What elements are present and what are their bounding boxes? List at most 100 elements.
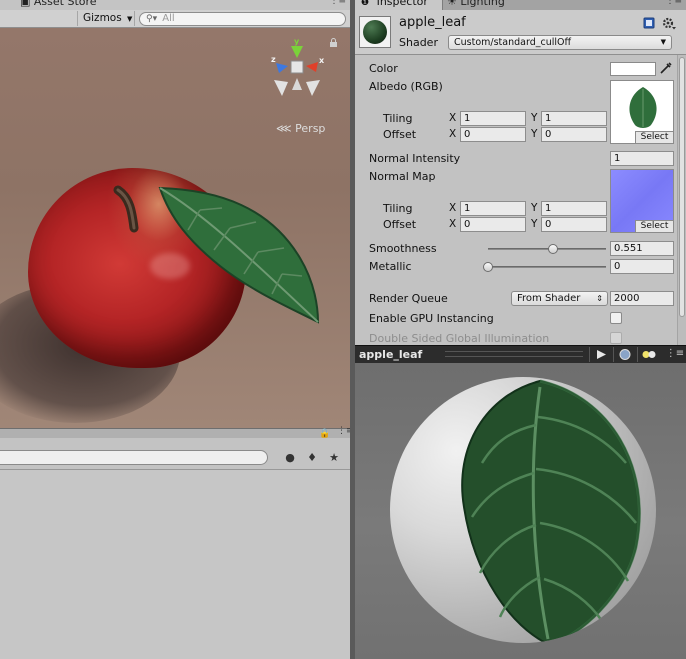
normal-map-label: Normal Map <box>369 170 436 183</box>
gear-icon[interactable] <box>662 16 676 30</box>
search-icon: ⚲▾ <box>146 14 158 24</box>
favorites-star-icon[interactable]: ★ <box>324 450 344 465</box>
render-queue-mode: From Shader <box>517 293 581 304</box>
normal-tiling-x-label: X <box>449 202 457 214</box>
gpu-instancing-label: Enable GPU Instancing <box>369 312 494 325</box>
inspector-scrollbar[interactable] <box>677 55 686 345</box>
preview-title: apple_leaf <box>359 348 423 361</box>
double-sided-gi-label: Double Sided Global Illumination <box>369 332 550 345</box>
z-axis-cone[interactable] <box>276 63 288 73</box>
double-sided-gi-checkbox <box>610 332 622 344</box>
normal-offset-x-field[interactable]: 0 <box>460 217 526 232</box>
normal-tiling-y-label: Y <box>531 202 538 214</box>
help-book-icon[interactable] <box>643 17 655 29</box>
preview-sphere[interactable] <box>390 377 656 643</box>
project-search-input[interactable] <box>0 450 268 465</box>
albedo-offset-x-field[interactable]: 0 <box>460 127 526 142</box>
preview-shape-button[interactable] <box>613 347 635 362</box>
albedo-label: Albedo (RGB) <box>369 80 443 93</box>
albedo-tiling-y-field[interactable]: 1 <box>541 111 607 126</box>
tab-asset-store-label: Asset Store <box>33 0 97 8</box>
scene-tab-bar: ▣ Asset Store ⋮≡ <box>0 0 350 10</box>
metallic-field[interactable]: 0 <box>610 259 674 274</box>
leaf-texture-thumbnail <box>629 87 657 128</box>
preview-lighting-button[interactable] <box>637 347 659 362</box>
perspective-toggle[interactable]: ⋘ Persp <box>276 122 325 135</box>
metallic-slider-track[interactable] <box>488 266 606 268</box>
pane-menu-icon[interactable]: ⋮≡ <box>329 0 346 6</box>
x-axis-cone[interactable] <box>306 62 318 72</box>
shader-label: Shader <box>399 36 438 49</box>
material-preview[interactable] <box>355 363 686 659</box>
metallic-label: Metallic <box>369 260 412 273</box>
tab-asset-store[interactable]: ▣ Asset Store <box>20 0 97 8</box>
project-browser-area[interactable] <box>0 470 350 659</box>
project-panel-header: 🔒 ⋮≡ <box>0 426 354 439</box>
scene-search-input[interactable]: ⚲▾ All <box>139 12 346 26</box>
albedo-tiling-x-field[interactable]: 1 <box>460 111 526 126</box>
eyedropper-icon[interactable] <box>659 61 673 75</box>
smoothness-field[interactable]: 0.551 <box>610 241 674 256</box>
play-button[interactable] <box>589 347 611 362</box>
smoothness-label: Smoothness <box>369 242 437 255</box>
lock-icon[interactable] <box>329 38 338 47</box>
filter-by-label-icon[interactable]: ♦ <box>302 450 322 465</box>
asset-store-icon: ▣ <box>20 0 31 8</box>
preview-menu-icon[interactable]: ⋮≡ <box>665 346 685 362</box>
gizmo-center-cube[interactable] <box>290 60 304 74</box>
play-icon <box>597 350 606 359</box>
gizmos-dropdown[interactable]: Gizmos ▼ <box>77 11 135 26</box>
normal-offset-y-field[interactable]: 0 <box>541 217 607 232</box>
neg-z-cone[interactable] <box>306 80 320 96</box>
tab-lighting[interactable]: ☀ Lighting <box>447 0 505 8</box>
apple-leaf-model[interactable] <box>150 178 340 348</box>
scrollbar-thumb[interactable] <box>679 57 685 317</box>
normal-intensity-field[interactable]: 1 <box>610 151 674 166</box>
normal-offset-label: Offset <box>383 218 417 231</box>
smoothness-slider-track[interactable] <box>488 248 606 250</box>
neg-y-cone[interactable] <box>292 78 302 90</box>
shader-dropdown-value: Custom/standard_cullOff <box>454 37 572 48</box>
filter-by-type-icon[interactable]: ● <box>280 450 300 465</box>
info-icon: ❶ <box>361 0 370 8</box>
material-properties: Color Albedo (RGB) Select Tiling X 1 Y 1… <box>355 55 686 345</box>
render-queue-field[interactable]: 2000 <box>610 291 674 306</box>
albedo-tiling-y-label: Y <box>531 112 538 124</box>
albedo-offset-y-field[interactable]: 0 <box>541 127 607 142</box>
albedo-texture-slot[interactable]: Select <box>610 80 674 144</box>
shader-dropdown[interactable]: Custom/standard_cullOff ▼ <box>448 35 672 50</box>
persp-label: Persp <box>295 122 326 135</box>
persp-arrow-icon: ⋘ <box>276 122 292 135</box>
pane-menu-icon[interactable]: ⋮≡ <box>665 0 682 6</box>
orientation-gizmo[interactable]: y x z <box>262 36 332 116</box>
albedo-offset-label: Offset <box>383 128 417 141</box>
material-thumbnail <box>359 16 391 48</box>
normal-tiling-x-field[interactable]: 1 <box>460 201 526 216</box>
y-axis-label: y <box>294 37 300 46</box>
render-queue-dropdown[interactable]: From Shader ⇕ <box>511 291 608 306</box>
chevron-down-icon: ▼ <box>127 15 133 23</box>
normal-map-select-button[interactable]: Select <box>635 220 673 232</box>
apple-stem <box>113 185 139 233</box>
normal-tiling-y-field[interactable]: 1 <box>541 201 607 216</box>
albedo-select-button[interactable]: Select <box>635 131 673 143</box>
sphere-icon <box>619 349 631 360</box>
y-axis-cone[interactable] <box>291 46 303 58</box>
gpu-instancing-checkbox[interactable] <box>610 312 622 324</box>
inspector-tab-bar: ❶ Inspector ☀ Lighting ⋮≡ <box>355 0 686 10</box>
smoothness-slider-thumb[interactable] <box>548 244 559 254</box>
color-swatch[interactable] <box>610 62 656 76</box>
preview-drag-handle[interactable] <box>445 351 583 357</box>
tab-inspector[interactable]: ❶ Inspector <box>355 0 443 10</box>
preview-toolbar: apple_leaf ⋮≡ <box>355 345 686 363</box>
scene-viewport[interactable]: y x z ⋘ Persp <box>0 28 350 428</box>
scene-toolbar: Gizmos ▼ ⚲▾ All <box>0 10 350 28</box>
normal-tiling-label: Tiling <box>383 202 413 215</box>
material-header: apple_leaf Shader Custom/standard_cullOf… <box>355 10 686 55</box>
project-toolbar: ● ♦ ★ <box>0 438 350 470</box>
material-name: apple_leaf <box>399 15 466 30</box>
metallic-slider-thumb[interactable] <box>483 262 493 272</box>
normal-map-texture-slot[interactable]: Select <box>610 169 674 233</box>
neg-x-cone[interactable] <box>274 80 288 96</box>
lights-icon <box>642 351 656 358</box>
